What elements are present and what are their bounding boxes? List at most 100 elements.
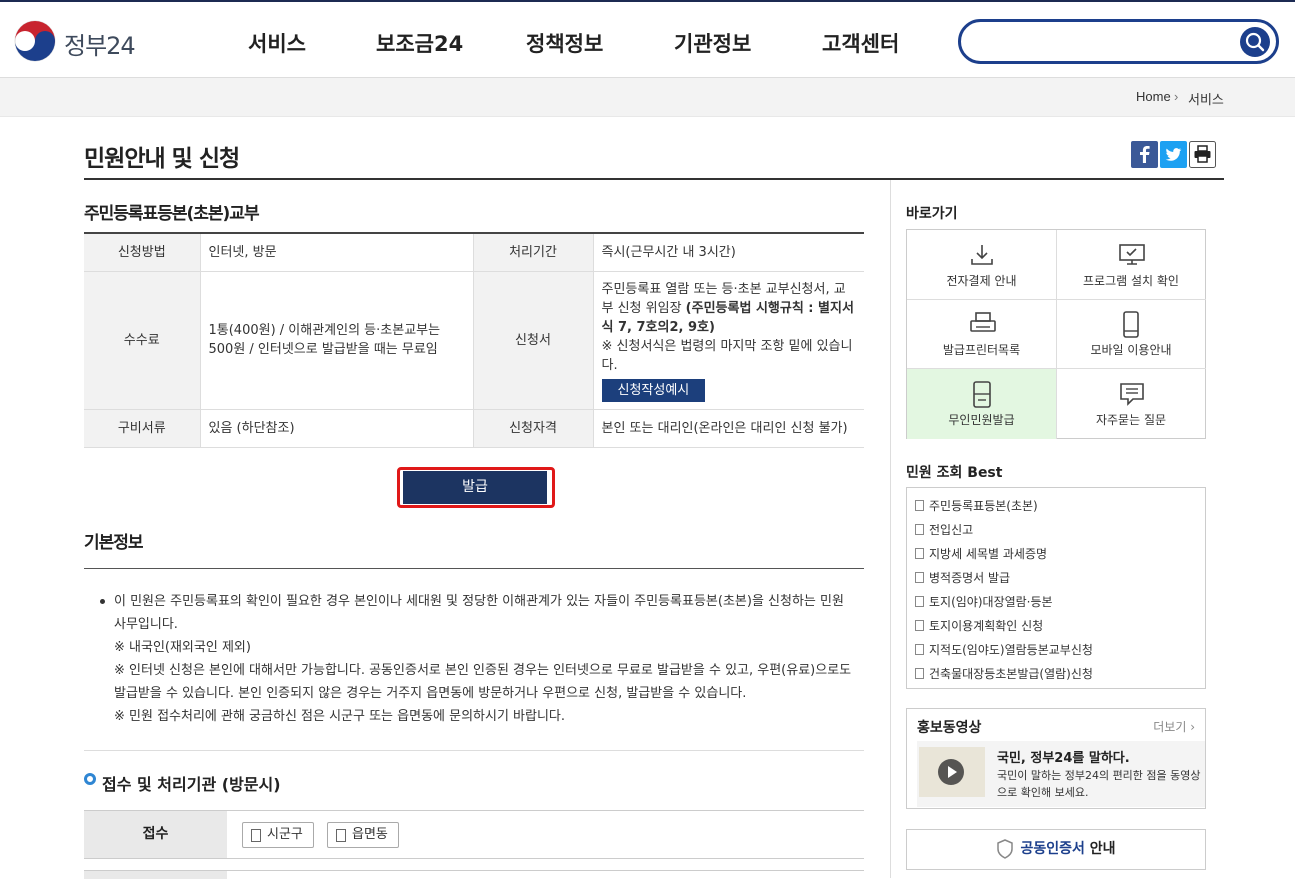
best-item-label: 건축물대장등초본발급(열람)신청 [929,667,1093,681]
quick-link-faq[interactable]: 자주묻는 질문 [1056,369,1206,439]
download-icon [971,245,993,265]
processing-row [84,870,864,879]
promo-title: 홍보동영상 [917,720,982,736]
cell-value-application: 주민등록표 열람 또는 등·초본 교부신청서, 교부 신청 위임장 (주민등록법… [592,271,864,410]
cell-label: 구비서류 [84,409,200,448]
breadcrumb-current[interactable]: 서비스 [1188,89,1224,108]
breadcrumb-separator-icon: › [1174,89,1179,104]
reception-row: 접수 시군구 읍면동 [84,810,864,859]
nav-subsidy[interactable]: 보조금24 [376,28,463,58]
quick-link-label: 전자결제 안내 [946,274,1017,288]
mobile-icon [1123,311,1139,338]
nav-services[interactable]: 서비스 [248,28,306,58]
document-icon [915,548,924,559]
search-input[interactable] [975,30,1235,54]
document-icon [915,572,924,583]
basic-info-line: ※ 민원 접수처리에 관해 궁금하신 점은 시군구 또는 읍면동에 문의하시기 … [114,709,566,724]
chip-sigungu[interactable]: 시군구 [242,822,314,848]
quick-link-kiosk[interactable]: 무인민원발급 [907,369,1057,439]
building-icon [336,829,346,842]
basic-info-divider [84,568,864,569]
best-item[interactable]: 주민등록표등본(초본) [915,497,1038,514]
cell-value: 인터넷, 방문 [199,233,473,272]
facebook-icon[interactable] [1131,141,1158,168]
document-icon [915,620,924,631]
section-divider [84,750,864,751]
best-item[interactable]: 토지(임야)대장열람·등본 [915,593,1053,610]
video-thumbnail[interactable] [919,747,985,797]
quick-link-label: 자주묻는 질문 [1095,413,1167,427]
certificate-highlight: 공동인증서 [1020,841,1085,857]
reception-title: 접수 및 처리기관 (방문시) [102,775,281,794]
promo-heading: 국민, 정부24를 말하다. [997,751,1130,766]
quick-link-label: 발급프린터목록 [942,343,1021,357]
best-item[interactable]: 토지이용계획확인 신청 [915,617,1043,634]
chip-label: 시군구 [267,827,303,842]
printer-icon [970,312,996,332]
document-icon [915,644,924,655]
best-item[interactable]: 병적증명서 발급 [915,569,1010,586]
cell-label: 신청방법 [84,233,200,272]
bullet-icon [100,599,105,604]
best-title: 민원 조회 Best [906,465,1003,481]
sidebar-divider [890,180,891,878]
cell-value: 있음 (하단참조) [199,409,473,448]
breadcrumb: Home › 서비스 [0,78,1295,117]
best-list: 주민등록표등본(초본) 전입신고 지방세 세목별 과세증명 병적증명서 발급 토… [906,487,1206,689]
certificate-guide-button[interactable]: 공동인증서 안내 [906,829,1206,870]
breadcrumb-home[interactable]: Home [1136,89,1171,104]
cell-value: 즉시(근무시간 내 3시간) [592,233,864,272]
promo-video-box: 홍보동영상 더보기 › 국민, 정부24를 말하다. 국민이 말하는 정부24의… [906,708,1206,809]
search-box [958,19,1279,64]
best-item[interactable]: 지방세 세목별 과세증명 [915,545,1047,562]
twitter-icon[interactable] [1160,141,1187,168]
issue-button[interactable]: 발급 [403,471,547,504]
best-item-label: 병적증명서 발급 [929,571,1011,585]
basic-info-list: 이 민원은 주민등록표의 확인이 필요한 경우 본인이나 세대원 및 정당한 이… [100,590,860,728]
basic-info-line: 사무입니다. [114,617,178,632]
best-item[interactable]: 지적도(임야도)열람등본교부신청 [915,641,1093,658]
quick-link-label: 무인민원발급 [948,413,1015,427]
promo-body[interactable]: 국민, 정부24를 말하다. 국민이 말하는 정부24의 편리한 점을 동영상으… [917,741,1205,807]
service-info-table: 신청방법 인터넷, 방문 처리기간 즉시(근무시간 내 3시간) 수수료 1통(… [84,232,864,448]
cell-value: 본인 또는 대리인(온라인은 대리인 신청 불가) [592,409,864,448]
quick-link-printers[interactable]: 발급프린터목록 [907,299,1057,369]
basic-info-line: ※ 내국인(재외국인 제외) [114,640,251,655]
best-item-label: 토지(임야)대장열람·등본 [929,595,1053,609]
quick-link-label: 모바일 이용안내 [1090,343,1172,357]
search-icon [1245,32,1265,52]
page-title: 민원안내 및 신청 [84,146,240,172]
chip-eupmyeondong[interactable]: 읍면동 [327,822,399,848]
quick-link-mobile[interactable]: 모바일 이용안내 [1056,299,1206,369]
quick-link-program[interactable]: 프로그램 설치 확인 [1056,230,1206,300]
promo-more-link[interactable]: 더보기 › [1153,718,1195,735]
nav-policy[interactable]: 정책정보 [526,28,603,58]
service-title: 주민등록표등본(초본)교부 [84,204,260,224]
best-item-label: 지방세 세목별 과세증명 [929,547,1048,561]
promo-description: 국민이 말하는 정부24의 편리한 점을 동영상으로 확인해 보세요. [997,769,1201,799]
quick-link-label: 프로그램 설치 확인 [1083,274,1179,288]
chip-label: 읍면동 [352,827,388,842]
application-example-button[interactable]: 신청작성예시 [601,379,706,402]
quick-links-title: 바로가기 [906,206,958,222]
nav-support[interactable]: 고객센터 [822,28,899,58]
cell-label: 수수료 [84,271,200,410]
table-row: 수수료 1통(400원) / 이해관계인의 등·초본교부는 500원 / 인터넷… [84,271,864,410]
best-item[interactable]: 전입신고 [915,521,973,538]
quick-link-payment[interactable]: 전자결제 안내 [907,230,1057,300]
basic-info-line: ※ 인터넷 신청은 본인에 대해서만 가능합니다. 공동인증서로 본인 인증된 … [114,663,852,678]
best-item-label: 주민등록표등본(초본) [929,499,1038,513]
cell-label: 신청서 [472,271,593,410]
play-icon[interactable] [938,759,964,785]
nav-agency[interactable]: 기관정보 [674,28,751,58]
cell-label: 신청자격 [472,409,593,448]
print-icon[interactable] [1189,141,1216,168]
best-item[interactable]: 건축물대장등초본발급(열람)신청 [915,665,1093,682]
monitor-icon [1119,244,1145,265]
certificate-rest: 안내 [1084,841,1116,857]
header: 정부24 서비스 보조금24 정책정보 기관정보 고객센터 [0,2,1295,78]
best-item-label: 지적도(임야도)열람등본교부신청 [929,643,1093,657]
table-row: 신청방법 인터넷, 방문 처리기간 즉시(근무시간 내 3시간) [84,233,864,272]
search-button[interactable] [1240,27,1270,57]
application-form-note: ※ 신청서식은 법령의 마지막 조항 밑에 있습니다. [601,339,853,373]
